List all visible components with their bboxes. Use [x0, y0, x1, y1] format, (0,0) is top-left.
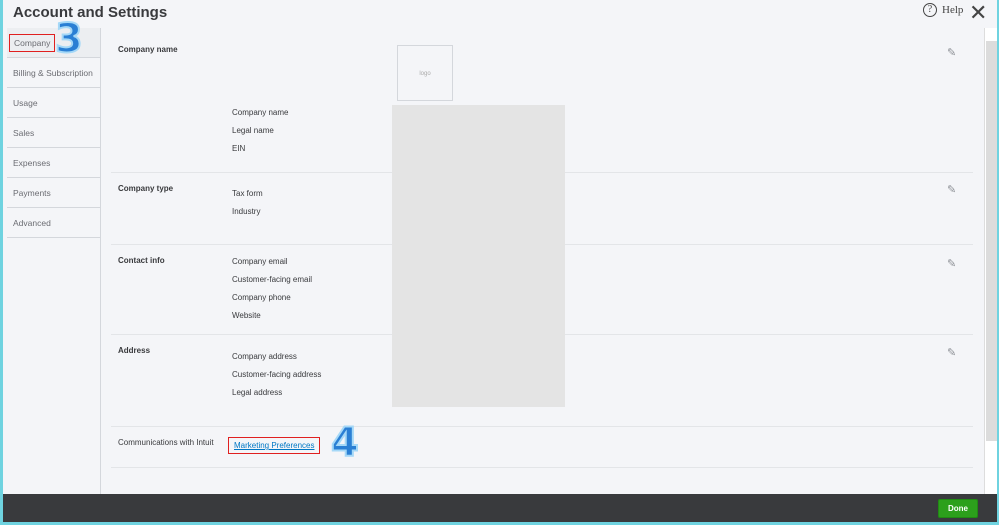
- step-3-marker: 3: [54, 15, 84, 63]
- field-label: Legal name: [232, 126, 274, 135]
- sidebar-item-label: Expenses: [13, 158, 51, 168]
- sidebar-item-company[interactable]: Company: [7, 28, 101, 58]
- section-label: Contact info: [118, 256, 165, 265]
- settings-window: Account and Settings ? Help ✕ Company Bil…: [3, 0, 997, 522]
- close-icon[interactable]: ✕: [969, 0, 987, 26]
- field-label: Company name: [232, 108, 289, 117]
- field-label: Company address: [232, 352, 297, 361]
- sidebar-item-label: Payments: [13, 188, 51, 198]
- sidebar-item-sales[interactable]: Sales: [7, 118, 101, 148]
- field-label: Website: [232, 311, 261, 320]
- field-label: Customer-facing address: [232, 370, 322, 379]
- help-label: Help: [942, 4, 964, 16]
- field-label: Legal address: [232, 388, 283, 397]
- sidebar-item-label: Usage: [13, 98, 38, 108]
- section-label: Address: [118, 346, 151, 355]
- field-list: Company email Customer-facing email Comp…: [232, 257, 312, 329]
- redacted-values: [392, 105, 565, 407]
- sidebar-divider: [100, 28, 101, 494]
- help-icon: ?: [923, 3, 937, 17]
- sidebar-item-label: Advanced: [13, 218, 51, 228]
- sidebar: Company Billing & Subscription Usage Sal…: [7, 28, 101, 238]
- page-title: Account and Settings: [13, 4, 168, 21]
- step-4-marker: 4: [330, 419, 360, 467]
- field-list: Tax form Industry: [232, 189, 263, 225]
- edit-pencil-icon[interactable]: ✎: [947, 257, 956, 270]
- field-label: Company email: [232, 257, 288, 266]
- sidebar-item-label: Billing & Subscription: [13, 68, 93, 78]
- sidebar-item-payments[interactable]: Payments: [7, 178, 101, 208]
- field-label: Company phone: [232, 293, 291, 302]
- sidebar-item-billing[interactable]: Billing & Subscription: [7, 58, 101, 88]
- field-label: Industry: [232, 207, 261, 216]
- field-label: EIN: [232, 144, 246, 153]
- field-list: Company address Customer-facing address …: [232, 352, 321, 406]
- sidebar-item-label: Company: [9, 34, 56, 52]
- footer-bar: [3, 494, 997, 522]
- scrollbar-thumb[interactable]: [986, 41, 997, 441]
- edit-pencil-icon[interactable]: ✎: [947, 46, 956, 59]
- sidebar-item-advanced[interactable]: Advanced: [7, 208, 101, 238]
- scrollbar[interactable]: [984, 28, 997, 494]
- sidebar-item-label: Sales: [13, 128, 35, 138]
- done-button[interactable]: Done: [938, 499, 978, 518]
- marketing-preferences-link[interactable]: Marketing Preferences: [228, 437, 321, 454]
- field-list: Company name Legal name EIN: [232, 108, 288, 162]
- logo-placeholder[interactable]: logo: [397, 45, 453, 101]
- section-label: Company type: [118, 184, 174, 193]
- section-label: Company name: [118, 45, 178, 54]
- section-label: Communications with Intuit: [118, 438, 214, 447]
- sidebar-item-expenses[interactable]: Expenses: [7, 148, 101, 178]
- edit-pencil-icon[interactable]: ✎: [947, 346, 956, 359]
- sidebar-item-usage[interactable]: Usage: [7, 88, 101, 118]
- edit-pencil-icon[interactable]: ✎: [947, 183, 956, 196]
- field-label: Customer-facing email: [232, 275, 313, 284]
- help-button[interactable]: ? Help: [923, 3, 963, 17]
- field-label: Tax form: [232, 189, 263, 198]
